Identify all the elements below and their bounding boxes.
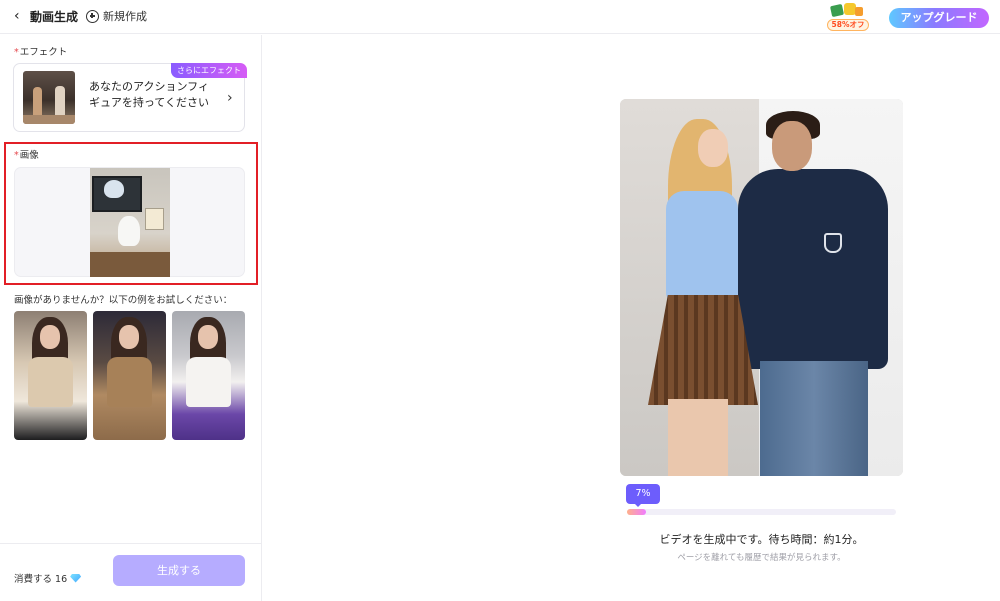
sample-prompt: 画像がありませんか？以下の例をお試しください： [14,295,233,306]
chevron-left-icon[interactable]: ‹ [14,7,28,25]
effect-thumbnail [23,71,75,124]
sample-image[interactable] [14,311,87,440]
settings-panel: *エフェクト あなたのアクションフィギュアを持ってください › さらにエフェクト… [0,35,262,601]
preview-image [620,99,903,476]
upgrade-button[interactable]: アップグレード [889,8,989,28]
uploaded-image [90,168,170,277]
page-title: 動画生成 [30,10,79,24]
plus-circle-icon [86,9,99,23]
footer-bar: 消費する 16 生成する [0,543,262,601]
gift-icon [829,3,845,18]
effect-name: あなたのアクションフィギュアを持ってください [89,80,209,109]
effect-selector[interactable]: あなたのアクションフィギュアを持ってください › さらにエフェクト [13,63,247,132]
generation-status: ビデオを生成中です。待ち時間：約1分。 [659,533,864,546]
new-project-button[interactable]: 新規作成 [86,7,147,25]
image-label: *画像 [14,150,39,161]
progress-percent: 7% [626,484,660,507]
gift-icon [855,7,863,16]
sample-image[interactable] [172,311,245,440]
progress-fill [627,509,646,515]
history-note: ページを離れても履歴で結果が見られます。 [677,553,846,563]
top-bar: ‹ 動画生成 新規作成 58%オフ アップグレード [0,0,1000,34]
progress-bar [627,509,896,515]
chevron-right-icon: › [227,90,233,106]
image-upload-area[interactable] [14,167,245,277]
new-project-label: 新規作成 [103,10,147,23]
generate-button[interactable]: 生成する [113,555,245,586]
discount-promo[interactable]: 58%オフ [826,2,870,33]
discount-badge: 58%オフ [827,19,869,31]
credit-cost: 消費する 16 [14,571,82,585]
sample-image[interactable] [93,311,166,440]
more-effects-badge[interactable]: さらにエフェクト [171,63,247,78]
effect-label: *エフェクト [14,47,68,58]
diamond-icon [70,573,82,583]
